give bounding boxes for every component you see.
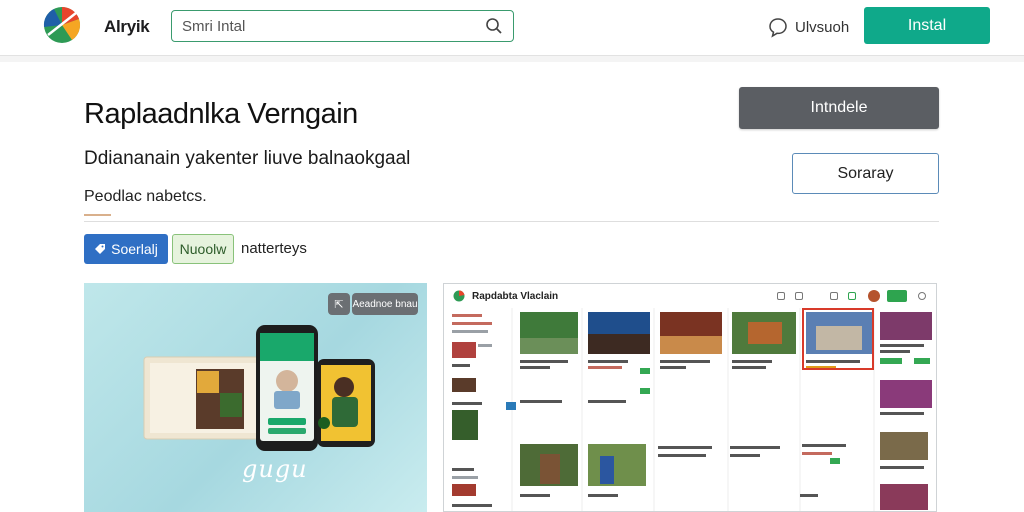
publisher-underline	[84, 214, 111, 216]
search-icon[interactable]	[485, 17, 503, 35]
hero-script-text: gugu	[242, 455, 308, 483]
category-tag-label: Soerlalj	[111, 241, 158, 257]
messages-link[interactable]: Ulvsuoh	[767, 15, 849, 39]
preview-refresh-icon	[918, 292, 926, 300]
listing-panel: Raplaadnlka Verngain Ddiananain yakenter…	[0, 62, 1024, 512]
hero-label-chip[interactable]: Aeadnoe bnau	[352, 293, 418, 315]
top-bar: Alryik Ulvsuoh Instal	[0, 0, 1024, 56]
preview-tool-icon	[795, 292, 803, 300]
preview-action-button	[887, 290, 907, 302]
preview-title: Rapdabta Vlaclain	[472, 291, 559, 302]
screenshot-preview[interactable]: Rapdabta Vlaclain	[443, 283, 937, 512]
brand-name[interactable]: Alryik	[104, 17, 150, 37]
tag-icon	[95, 244, 106, 254]
preview-leaf-icon	[848, 292, 856, 300]
secondary-action-button[interactable]: Soraray	[792, 153, 939, 194]
messages-label: Ulvsuoh	[795, 18, 850, 36]
preview-selected-item	[802, 308, 874, 370]
preview-logo-icon	[453, 290, 465, 302]
primary-action-button[interactable]: Intndele	[739, 87, 939, 129]
chat-bubble-icon	[769, 18, 787, 38]
hero-image[interactable]: ⇱ Aeadnoe bnau gugu	[84, 283, 427, 512]
search-input[interactable]	[182, 16, 472, 36]
preview-avatar	[868, 290, 880, 302]
hero-share-icon[interactable]: ⇱	[328, 293, 350, 315]
install-button[interactable]: Instal	[864, 7, 990, 44]
tag-description: natterteys	[241, 240, 307, 257]
section-divider	[84, 221, 939, 222]
category-tag-green[interactable]: Nuoolw	[172, 234, 234, 264]
preview-grid-icon	[777, 292, 785, 300]
listing-title: Raplaadnlka Verngain	[84, 98, 358, 130]
preview-header: Rapdabta Vlaclain	[444, 284, 936, 308]
search-box[interactable]	[171, 10, 514, 42]
publisher-link[interactable]: Peodlac nabetcs.	[84, 188, 207, 206]
listing-subtitle: Ddiananain yakenter liuve balnaokgaal	[84, 148, 411, 169]
app-logo-icon[interactable]	[42, 5, 82, 45]
preview-layout-icon	[830, 292, 838, 300]
category-tag-blue[interactable]: Soerlalj	[84, 234, 168, 264]
